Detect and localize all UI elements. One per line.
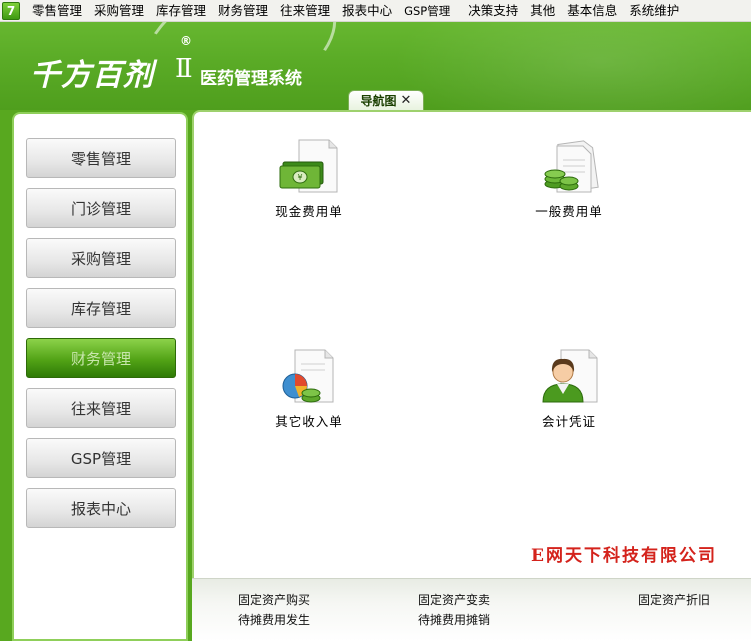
menu-basic-info[interactable]: 基本信息 (561, 0, 623, 22)
sidebar-item-gsp[interactable]: GSP管理 (26, 438, 176, 478)
menu-gsp[interactable]: GSP管理 (398, 0, 456, 22)
accountant-document-icon (542, 349, 598, 403)
svg-text:¥: ¥ (297, 173, 302, 182)
chart-coins-document-icon (282, 349, 334, 403)
coins-document-icon (544, 140, 599, 193)
tab-navigation-map[interactable]: 导航图 ✕ (348, 90, 424, 110)
link-asset-purchase[interactable]: 固定资产购买 (238, 591, 310, 608)
close-icon[interactable]: ✕ (401, 94, 412, 107)
menu-accounts[interactable]: 往来管理 (274, 0, 336, 22)
logo-text: 千方百剂 (30, 58, 154, 93)
company-name: E网天下科技有限公司 (531, 546, 717, 566)
menu-other[interactable]: 其他 (524, 0, 561, 22)
menu-system[interactable]: 系统维护 (623, 0, 685, 22)
shortcut-cash-expense[interactable]: ¥ 现金费用单 (244, 138, 374, 220)
version-numeral: Ⅱ (175, 54, 193, 84)
banner-glow (391, 22, 751, 110)
cash-document-icon: ¥ (279, 139, 338, 193)
link-asset-sale[interactable]: 固定资产变卖 (418, 591, 490, 608)
sidebar-item-reports[interactable]: 报表中心 (26, 488, 176, 528)
menu-bar: 7 零售管理 采购管理 库存管理 财务管理 往来管理 报表中心 GSP管理 决策… (0, 0, 751, 22)
sidebar-item-accounts[interactable]: 往来管理 (26, 388, 176, 428)
registered-mark: ® (180, 34, 192, 48)
shortcut-label: 会计凭证 (541, 414, 596, 429)
link-asset-depreciation[interactable]: 固定资产折旧 (638, 591, 710, 608)
menu-purchase[interactable]: 采购管理 (88, 0, 150, 22)
link-deferred-expense-amortize[interactable]: 待摊费用摊销 (418, 611, 490, 628)
shortcut-accounting-voucher[interactable]: 会计凭证 (504, 348, 634, 430)
bottom-links-bar: 固定资产购买 固定资产变卖 固定资产折旧 待摊费用发生 待摊费用摊销 (192, 578, 751, 641)
sidebar: 零售管理 门诊管理 采购管理 库存管理 财务管理 往来管理 GSP管理 报表中心 (12, 112, 188, 641)
tab-label: 导航图 (360, 94, 397, 108)
menu-decision[interactable]: 决策支持 (462, 0, 524, 22)
shortcut-label: 其它收入单 (275, 414, 343, 429)
shortcut-other-income[interactable]: 其它收入单 (244, 348, 374, 430)
sidebar-item-clinic[interactable]: 门诊管理 (26, 188, 176, 228)
menu-retail[interactable]: 零售管理 (26, 0, 88, 22)
sidebar-item-inventory[interactable]: 库存管理 (26, 288, 176, 328)
app-subtitle: 医药管理系统 (200, 69, 302, 89)
app-icon[interactable]: 7 (2, 1, 20, 20)
content-panel: ¥ 现金费用单 一般费用单 其它收入单 会计凭证 E网天下科技有限公司 (192, 110, 751, 641)
sidebar-item-retail[interactable]: 零售管理 (26, 138, 176, 178)
shortcut-label: 一般费用单 (535, 204, 603, 219)
shortcut-label: 现金费用单 (275, 204, 343, 219)
sidebar-item-purchase[interactable]: 采购管理 (26, 238, 176, 278)
menu-finance[interactable]: 财务管理 (212, 0, 274, 22)
menu-reports[interactable]: 报表中心 (336, 0, 398, 22)
menu-inventory[interactable]: 库存管理 (150, 0, 212, 22)
link-deferred-expense-incur[interactable]: 待摊费用发生 (238, 611, 310, 628)
shortcut-general-expense[interactable]: 一般费用单 (504, 138, 634, 220)
sidebar-item-finance[interactable]: 财务管理 (26, 338, 176, 378)
